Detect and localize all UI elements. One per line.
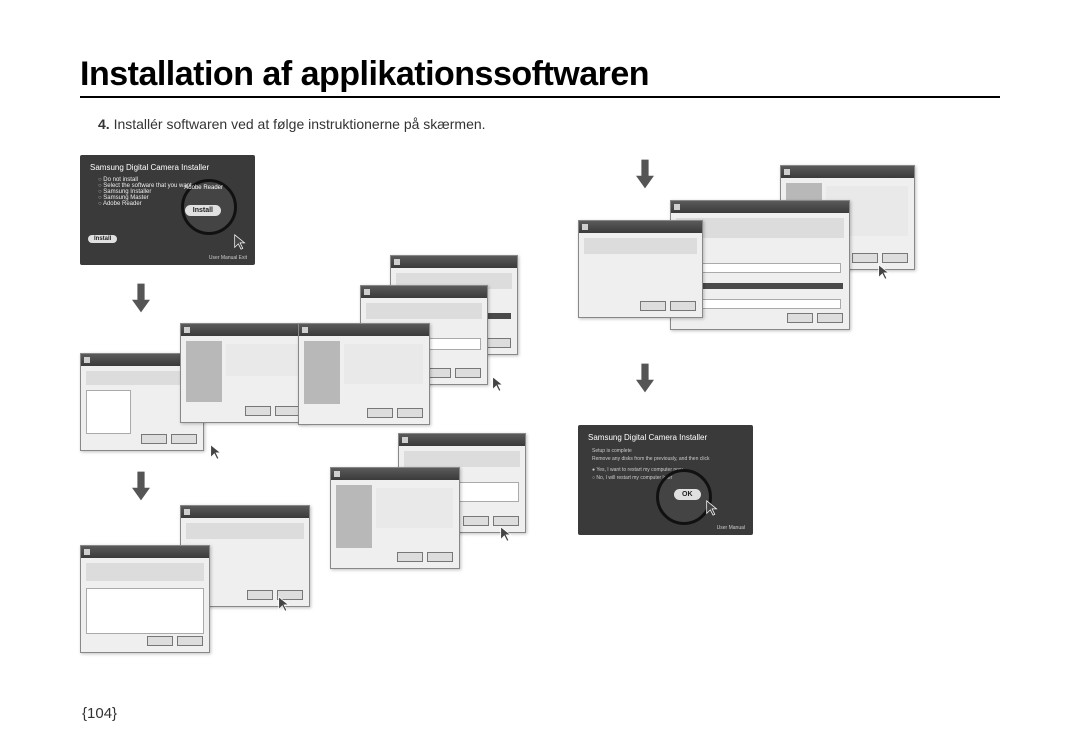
wizard-screenshot xyxy=(298,323,430,425)
installer-footer: User Manual Exit xyxy=(209,255,247,261)
step-line: 4. Installér softwaren ved at følge inst… xyxy=(80,116,1000,132)
line: Remove any disks from the previously, an… xyxy=(592,455,753,463)
installer-title: Samsung Digital Camera Installer xyxy=(588,433,753,442)
installer-start-panel: Samsung Digital Camera Installer Do not … xyxy=(80,155,255,265)
step-text: Installér softwaren ved at følge instruk… xyxy=(114,116,486,132)
wizard-screenshot xyxy=(80,545,210,653)
installer-footer: User Manual xyxy=(717,525,745,531)
down-arrow-icon xyxy=(132,471,150,501)
ok-button[interactable]: OK xyxy=(674,489,701,500)
line: Setup is complete xyxy=(592,447,753,455)
step-number: 4. xyxy=(98,116,110,132)
wizard-screenshot xyxy=(330,467,460,569)
down-arrow-icon xyxy=(636,363,654,393)
down-arrow-icon xyxy=(132,283,150,313)
cursor-icon xyxy=(208,443,226,461)
install-button[interactable]: Install xyxy=(185,205,221,216)
screenshots-area: Samsung Digital Camera Installer Do not … xyxy=(80,155,980,695)
down-arrow-icon xyxy=(636,159,654,189)
install-pill-small: Install xyxy=(88,235,117,243)
installer-finish-panel: Samsung Digital Camera Installer Setup i… xyxy=(578,425,753,535)
cursor-icon xyxy=(490,375,508,393)
wizard-screenshot xyxy=(180,323,308,423)
page-number: {104} xyxy=(82,705,117,722)
circled-label: Adobe Reader xyxy=(184,185,223,191)
page-title: Installation af applikationssoftwaren xyxy=(80,55,1000,94)
wizard-screenshot xyxy=(578,220,703,318)
installer-title: Samsung Digital Camera Installer xyxy=(90,163,255,172)
title-underline xyxy=(80,96,1000,98)
